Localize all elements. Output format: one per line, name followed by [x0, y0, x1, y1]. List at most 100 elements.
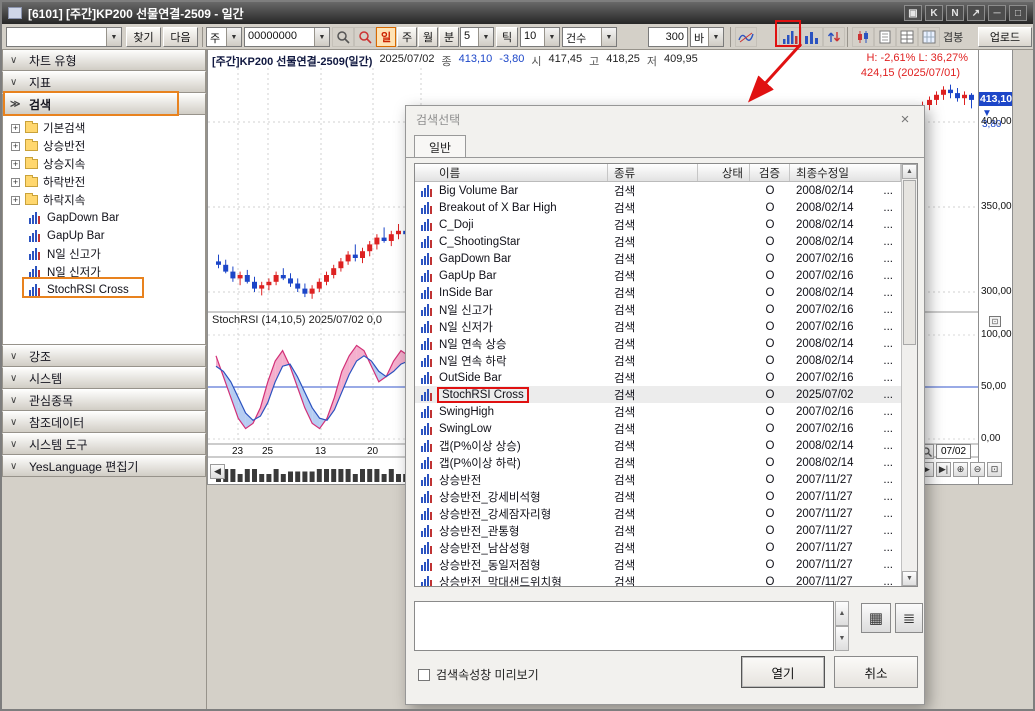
tick-button[interactable]: 틱: [496, 27, 518, 47]
checkbox[interactable]: [418, 668, 430, 681]
chevron-down-icon[interactable]: ▼: [601, 28, 616, 46]
minute-combo[interactable]: 5 ▼: [460, 27, 494, 47]
search-result-row[interactable]: N일 신저가 검색 O 2007/02/16...: [415, 318, 901, 335]
search-result-row[interactable]: 상승반전_남삼성형 검색 O 2007/11/27...: [415, 539, 901, 556]
scroll-up-icon[interactable]: ▲: [902, 164, 917, 179]
expand-icon[interactable]: +: [11, 123, 20, 133]
maximize-button[interactable]: □: [1009, 5, 1027, 21]
preview-checkbox[interactable]: 검색속성창 미리보기: [418, 666, 539, 683]
close-icon[interactable]: ×: [896, 110, 914, 128]
page-icon[interactable]: [874, 27, 896, 47]
search-result-row[interactable]: C_ShootingStar 검색 O 2008/02/14...: [415, 233, 901, 250]
search-result-row[interactable]: C_Doji 검색 O 2008/02/14...: [415, 216, 901, 233]
scroll-down-icon[interactable]: ▼: [835, 626, 849, 651]
chevron-down-icon[interactable]: ▼: [708, 28, 723, 46]
tab-general[interactable]: 일반: [414, 135, 466, 158]
expand-icon[interactable]: +: [11, 177, 20, 187]
sidebar-section[interactable]: ∨ 시스템 도구: [2, 433, 206, 455]
expand-icon[interactable]: +: [11, 141, 20, 151]
sidebar-section[interactable]: ∨ 관심종목: [2, 389, 206, 411]
overlay-candle-label[interactable]: 겹봉: [943, 27, 963, 47]
scroll-left-button[interactable]: ◀: [210, 464, 225, 479]
zoom-plus-icon[interactable]: ⊕: [953, 462, 968, 477]
upload-button[interactable]: 업로드: [978, 27, 1032, 47]
k-button[interactable]: K: [925, 5, 943, 21]
period-combo[interactable]: 주 ▼: [206, 27, 242, 47]
tree-folder[interactable]: + 기본검색: [3, 119, 205, 137]
list-view-icon[interactable]: ≣: [895, 603, 923, 633]
tree-search-item[interactable]: GapDown Bar: [3, 209, 205, 227]
n-button[interactable]: N: [946, 5, 964, 21]
code-combo[interactable]: 00000000 ▼: [244, 27, 330, 47]
tree-folder[interactable]: + 하락지속: [3, 191, 205, 209]
search-result-row[interactable]: InSide Bar 검색 O 2008/02/14...: [415, 284, 901, 301]
count-combo[interactable]: 건수 ▼: [562, 27, 617, 47]
period-month-button[interactable]: 월: [418, 27, 438, 47]
chevron-down-icon[interactable]: ▼: [544, 28, 559, 46]
zoom-minus-icon[interactable]: ⊖: [970, 462, 985, 477]
description-textarea[interactable]: [414, 601, 834, 651]
sidebar-section-search[interactable]: ≫ 검색: [2, 93, 206, 115]
search-result-row[interactable]: 상승반전 검색 O 2007/11/27...: [415, 471, 901, 488]
sort-arrows-icon[interactable]: [823, 27, 845, 47]
scrollbar-thumb[interactable]: [903, 180, 916, 345]
sidebar-section[interactable]: ∨ 시스템: [2, 367, 206, 389]
price-axis[interactable]: 413,10 ▼ 3,80 400,00 350,00 300,00 ⊡ 100…: [978, 50, 1012, 484]
chevron-down-icon[interactable]: ▼: [106, 28, 121, 46]
period-day-button[interactable]: 일: [376, 27, 396, 47]
minimize-button[interactable]: ─: [988, 5, 1006, 21]
search-result-row[interactable]: Breakout of X Bar High 검색 O 2008/02/14...: [415, 199, 901, 216]
bar-unit-combo[interactable]: 바 ▼: [690, 27, 724, 47]
search-result-row[interactable]: 갭(P%이상 하락) 검색 O 2008/02/14...: [415, 454, 901, 471]
period-minute-button[interactable]: 분: [439, 27, 459, 47]
grid-icon[interactable]: [918, 27, 940, 47]
zoom-in-icon[interactable]: [332, 27, 354, 47]
bar-chart-icon[interactable]: [801, 27, 823, 47]
search-result-row[interactable]: 갭(P%이상 상승) 검색 O 2008/02/14...: [415, 437, 901, 454]
search-result-row[interactable]: 상승반전_동일저점형 검색 O 2007/11/27...: [415, 556, 901, 573]
column-verify[interactable]: 검증: [750, 164, 790, 181]
sidebar-section-indicator[interactable]: ∨ 지표: [2, 71, 206, 93]
list-scrollbar[interactable]: ▲ ▼: [901, 164, 917, 586]
expand-icon[interactable]: +: [11, 159, 20, 169]
sidebar-section[interactable]: ∨ 참조데이터: [2, 411, 206, 433]
symbol-combo[interactable]: ▼: [6, 27, 122, 47]
search-result-row[interactable]: 상승반전_강세잠자리형 검색 O 2007/11/27...: [415, 505, 901, 522]
find-button[interactable]: 찾기: [126, 27, 161, 47]
search-result-row[interactable]: StochRSI Cross 검색 O 2025/07/02...: [415, 386, 901, 403]
expand-icon[interactable]: ↗: [967, 5, 985, 21]
tree-search-item[interactable]: GapUp Bar: [3, 227, 205, 245]
fit-icon[interactable]: ⊡: [987, 462, 1002, 477]
tree-folder[interactable]: + 상승지속: [3, 155, 205, 173]
search-result-row[interactable]: OutSide Bar 검색 O 2007/02/16...: [415, 369, 901, 386]
sidebar-section[interactable]: ∨ YesLanguage 편집기: [2, 455, 206, 477]
search-result-row[interactable]: SwingLow 검색 O 2007/02/16...: [415, 420, 901, 437]
keypad-view-icon[interactable]: ▦: [861, 603, 891, 633]
cancel-button[interactable]: 취소: [834, 656, 918, 688]
chevron-down-icon[interactable]: ▼: [226, 28, 241, 46]
column-status[interactable]: 상태: [698, 164, 750, 181]
search-result-row[interactable]: 상승반전_강세비석형 검색 O 2007/11/27...: [415, 488, 901, 505]
tree-search-item[interactable]: N일 신저가: [3, 263, 205, 281]
search-result-row[interactable]: GapUp Bar 검색 O 2007/02/16...: [415, 267, 901, 284]
panel-restore-icon[interactable]: ⊡: [989, 316, 1001, 327]
period-week-button[interactable]: 주: [397, 27, 417, 47]
chevron-down-icon[interactable]: ▼: [478, 28, 493, 46]
scroll-down-icon[interactable]: ▼: [902, 571, 917, 586]
search-result-row[interactable]: SwingHigh 검색 O 2007/02/16...: [415, 403, 901, 420]
search-result-row[interactable]: Big Volume Bar 검색 O 2008/02/14...: [415, 182, 901, 199]
open-button[interactable]: 열기: [741, 656, 825, 688]
column-name[interactable]: 이름: [415, 164, 608, 181]
search-result-row[interactable]: 상승반전_막대샌드위치형 검색 O 2007/11/27...: [415, 573, 901, 586]
column-type[interactable]: 종류: [608, 164, 698, 181]
candle-chart-icon[interactable]: [852, 27, 874, 47]
go-end-icon[interactable]: ▶|: [936, 462, 951, 477]
scroll-up-icon[interactable]: ▲: [835, 601, 849, 626]
next-button[interactable]: 다음: [163, 27, 198, 47]
chevron-down-icon[interactable]: ▼: [314, 28, 329, 46]
search-result-row[interactable]: 상승반전_관통형 검색 O 2007/11/27...: [415, 522, 901, 539]
search-result-row[interactable]: N일 신고가 검색 O 2007/02/16...: [415, 301, 901, 318]
table-icon[interactable]: [896, 27, 918, 47]
tree-folder[interactable]: + 상승반전: [3, 137, 205, 155]
pin-icon[interactable]: ▣: [904, 5, 922, 21]
